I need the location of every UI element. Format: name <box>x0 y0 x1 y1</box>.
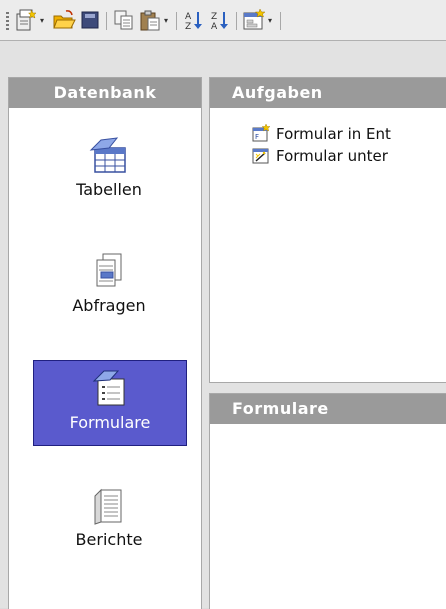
paste-icon[interactable] <box>138 8 162 32</box>
nav-item-reports[interactable]: Berichte <box>33 478 185 562</box>
nav-item-label: Tabellen <box>76 180 142 199</box>
new-form-dropdown-arrow[interactable]: ▾ <box>268 17 272 25</box>
standard-toolbar: ▾ ▾ A Z Z A ▾ <box>0 0 446 41</box>
wizard-dropdown-arrow[interactable]: ▾ <box>40 17 44 25</box>
svg-text:Z: Z <box>211 12 217 22</box>
tasks-panel-title: Aufgaben <box>210 78 446 108</box>
task-label: Formular in Ent <box>276 125 391 143</box>
tasks-panel: Aufgaben F Formular in Ent Formular unte… <box>209 77 446 383</box>
toolbar-separator <box>280 12 281 30</box>
form-design-icon: F <box>252 123 271 142</box>
toolbar-separator <box>176 12 177 30</box>
svg-text:A: A <box>185 12 192 22</box>
toolbar-grip-handle[interactable] <box>6 12 9 30</box>
nav-item-tables[interactable]: Tabellen <box>33 128 185 212</box>
task-label: Formular unter <box>276 147 388 165</box>
nav-item-label: Abfragen <box>72 296 146 315</box>
reports-icon <box>87 484 131 528</box>
task-use-form-wizard[interactable]: Formular unter <box>252 146 388 166</box>
open-folder-icon[interactable] <box>52 8 76 32</box>
nav-item-label: Berichte <box>75 530 143 549</box>
queries-icon <box>87 250 131 294</box>
forms-panel: Formulare <box>209 393 446 609</box>
wizard-icon[interactable] <box>14 8 38 32</box>
tables-icon <box>87 134 131 178</box>
forms-icon <box>88 367 132 411</box>
forms-panel-title: Formulare <box>210 394 446 424</box>
svg-text:F: F <box>255 133 259 141</box>
new-form-icon[interactable] <box>242 8 266 32</box>
svg-text:Z: Z <box>185 22 191 32</box>
svg-text:A: A <box>211 22 218 32</box>
nav-item-forms[interactable]: Formulare <box>33 360 187 446</box>
copy-icon[interactable] <box>112 8 136 32</box>
paste-dropdown-arrow[interactable]: ▾ <box>164 17 168 25</box>
sort-ascending-icon[interactable]: A Z <box>182 8 206 32</box>
sort-descending-icon[interactable]: Z A <box>208 8 232 32</box>
nav-item-queries[interactable]: Abfragen <box>33 244 185 328</box>
form-wizard-icon <box>252 146 270 164</box>
nav-item-label: Formulare <box>69 413 151 432</box>
task-create-form-design[interactable]: F Formular in Ent <box>252 123 391 144</box>
database-object-icon[interactable] <box>78 8 102 32</box>
database-panel-title: Datenbank <box>9 78 201 108</box>
toolbar-separator <box>106 12 107 30</box>
database-panel: Datenbank Tabellen Abfragen Formulare Be… <box>8 77 202 609</box>
toolbar-separator <box>236 12 237 30</box>
database-window: Datenbank Tabellen Abfragen Formulare Be… <box>0 41 446 609</box>
